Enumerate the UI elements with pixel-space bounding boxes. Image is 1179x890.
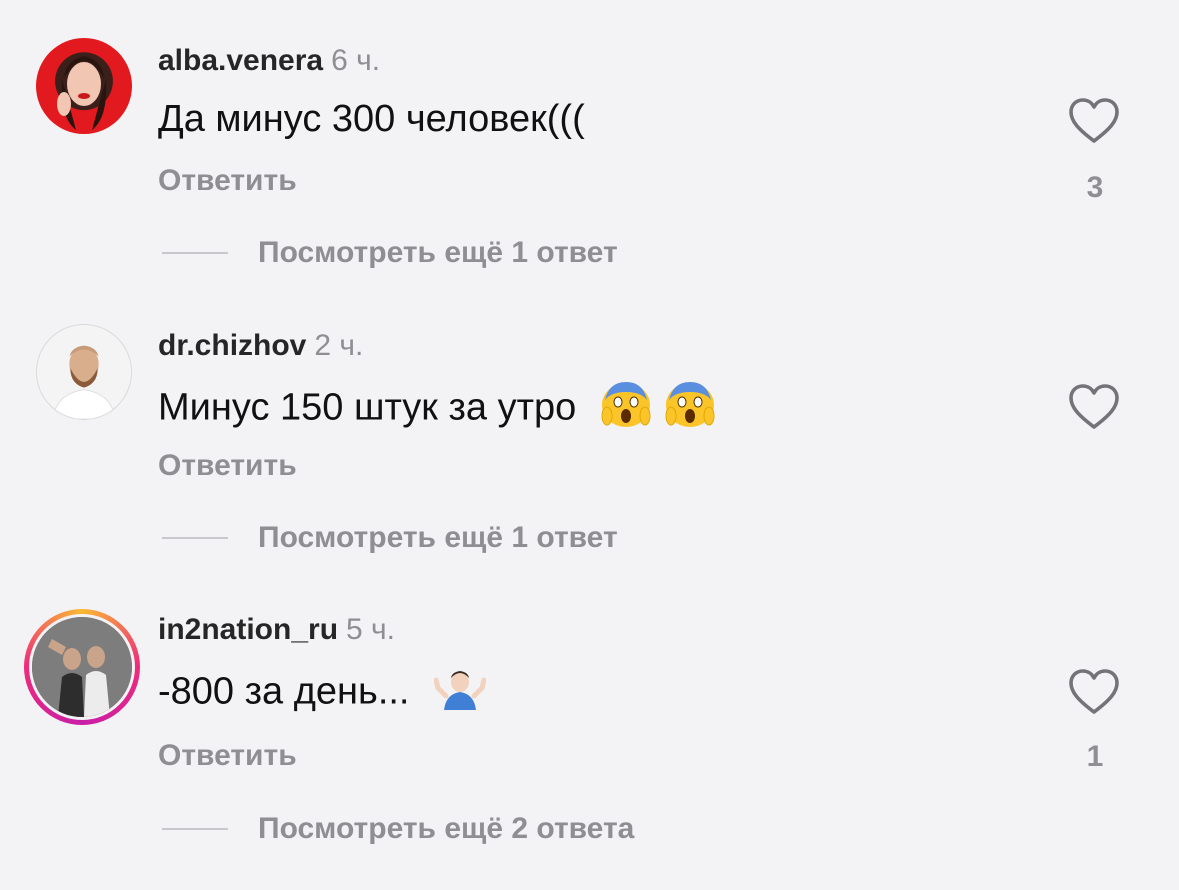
view-replies-label: Посмотреть ещё 2 ответа (258, 812, 635, 845)
comment-text-body: Минус 150 штук за утро (158, 386, 577, 429)
comment-header: dr.chizhov 2 ч. (158, 328, 363, 364)
timestamp: 5 ч. (346, 613, 395, 646)
like-count: 3 (1086, 171, 1104, 204)
replies-divider (162, 828, 228, 830)
timestamp: 6 ч. (331, 44, 381, 77)
avatar[interactable] (36, 38, 132, 134)
reply-button[interactable]: Ответить (158, 448, 297, 484)
username[interactable]: in2nation_ru (158, 613, 338, 646)
avatar-photo (57, 56, 107, 130)
replies-divider (162, 537, 228, 539)
timestamp: 2 ч. (314, 329, 364, 362)
reply-button[interactable]: Ответить (158, 738, 297, 774)
comment-text-body: -800 за день... (158, 670, 410, 713)
comment-header: alba.venera 6 ч. (158, 43, 380, 79)
comment-text: Минус 150 штук за утро (158, 380, 715, 439)
reply-button[interactable]: Ответить (158, 163, 297, 199)
heart-outline-icon[interactable] (1068, 97, 1120, 145)
comment-header: in2nation_ru 5 ч. (158, 612, 395, 648)
shrug-emoji (433, 666, 487, 721)
username[interactable]: alba.venera (158, 44, 323, 77)
comment-text: -800 за день... (158, 666, 487, 721)
avatar-photo (37, 325, 131, 419)
avatar-photo (32, 617, 132, 717)
avatar (32, 617, 132, 717)
username[interactable]: dr.chizhov (158, 329, 306, 362)
view-replies-label: Посмотреть ещё 1 ответ (258, 521, 618, 554)
view-replies-label: Посмотреть ещё 1 ответ (258, 236, 618, 269)
scream-emoji (665, 380, 715, 439)
avatar-story-ring[interactable] (24, 609, 140, 725)
replies-divider (162, 252, 228, 254)
scream-emoji (601, 380, 651, 439)
heart-outline-icon[interactable] (1068, 383, 1120, 431)
avatar[interactable] (36, 324, 132, 420)
comment-text: Да минус 300 человек((( (158, 98, 585, 140)
heart-outline-icon[interactable] (1068, 668, 1120, 716)
like-count: 1 (1086, 740, 1104, 773)
